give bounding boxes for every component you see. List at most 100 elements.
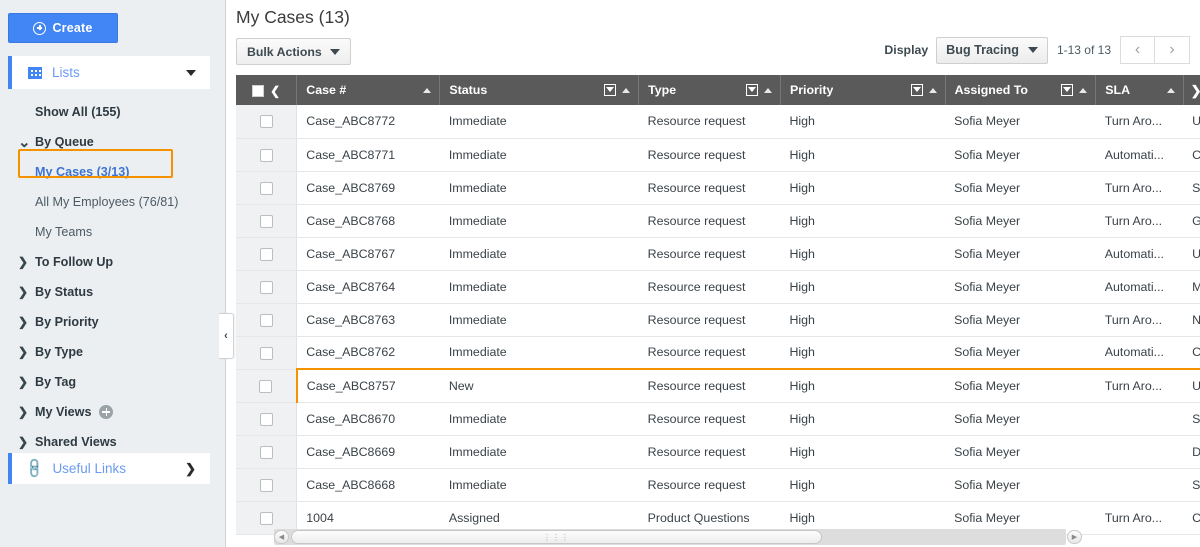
sidebar-item-by-queue[interactable]: ⌄By Queue <box>0 127 226 157</box>
chevron-down-icon[interactable]: ⌄ <box>18 138 28 147</box>
row-checkbox[interactable] <box>260 248 273 261</box>
scroll-left-arrow-icon[interactable]: ◀ <box>274 530 289 544</box>
checkbox-icon[interactable] <box>252 85 264 97</box>
table-row[interactable]: Case_ABC8668ImmediateResource requestHig… <box>236 468 1200 501</box>
sidebar-item-label: By Tag <box>35 375 76 389</box>
row-checkbox[interactable] <box>260 115 273 128</box>
column-header-summary[interactable]: ❯Summary <box>1183 75 1200 105</box>
cell-priority: High <box>780 105 945 138</box>
sidebar-item-my-teams[interactable]: My Teams <box>0 217 226 247</box>
sort-ascending-icon[interactable] <box>764 88 772 93</box>
sort-ascending-icon[interactable] <box>1079 88 1087 93</box>
chevron-right-icon[interactable]: ❯ <box>18 406 28 418</box>
cell-case: Case_ABC8764 <box>297 270 440 303</box>
sidebar-item-to-follow-up[interactable]: ❯To Follow Up <box>0 247 226 277</box>
add-view-icon[interactable] <box>99 405 113 419</box>
cell-assigned: Sofia Meyer <box>945 402 1096 435</box>
row-checkbox[interactable] <box>260 347 273 360</box>
column-header-case[interactable]: Case # <box>297 75 440 105</box>
sidebar-item-by-status[interactable]: ❯By Status <box>0 277 226 307</box>
sidebar-section-lists[interactable]: Lists <box>8 56 210 89</box>
create-button[interactable]: Create <box>8 13 118 43</box>
sidebar-item-all-my-employees-76-81[interactable]: All My Employees (76/81) <box>0 187 226 217</box>
table-row[interactable]: Case_ABC8763ImmediateResource requestHig… <box>236 303 1200 336</box>
chevron-right-icon[interactable]: ❯ <box>18 256 28 268</box>
sidebar-item-my-views[interactable]: ❯My Views <box>0 397 226 427</box>
table-row[interactable]: Case_ABC8762ImmediateResource requestHig… <box>236 336 1200 369</box>
sidebar-item-by-priority[interactable]: ❯By Priority <box>0 307 226 337</box>
pagination-next-button[interactable]: › <box>1155 36 1190 64</box>
row-checkbox[interactable] <box>260 149 273 162</box>
scroll-right-arrow-wrap[interactable]: ▶ <box>1067 529 1082 545</box>
scrollbar-thumb[interactable]: ⋮⋮⋮ <box>291 530 822 544</box>
sidebar-item-my-cases-3-13[interactable]: My Cases (3/13) <box>0 157 226 187</box>
horizontal-scrollbar[interactable]: ◀ ⋮⋮⋮ <box>274 529 1066 545</box>
table-row[interactable]: Case_ABC8764ImmediateResource requestHig… <box>236 270 1200 303</box>
cell-assigned: Sofia Meyer <box>945 171 1096 204</box>
cell-case: Case_ABC8669 <box>297 435 440 468</box>
sidebar-item-useful-links[interactable]: 🔗 Useful Links ❯ <box>8 453 210 484</box>
chevron-right-icon[interactable]: ❯ <box>18 316 28 328</box>
sidebar-item-show-all-155[interactable]: Show All (155) <box>0 97 226 127</box>
column-header-label: Priority <box>790 83 833 97</box>
cell-status: Immediate <box>440 237 639 270</box>
sort-ascending-icon[interactable] <box>929 88 937 93</box>
row-checkbox[interactable] <box>260 314 273 327</box>
table-row[interactable]: Case_ABC8767ImmediateResource requestHig… <box>236 237 1200 270</box>
cell-summary: Sofia, do you knc <box>1183 402 1200 435</box>
chevron-right-icon[interactable]: ❯ <box>18 436 28 448</box>
table-row[interactable]: Case_ABC8772ImmediateResource requestHig… <box>236 105 1200 138</box>
filter-icon[interactable] <box>604 84 616 96</box>
column-header-assigned[interactable]: Assigned To <box>945 75 1096 105</box>
column-header-sla[interactable]: SLA <box>1096 75 1183 105</box>
cell-status: Immediate <box>440 138 639 171</box>
chevron-right-icon[interactable]: ❯ <box>18 286 28 298</box>
cell-assigned: Sofia Meyer <box>945 369 1096 402</box>
row-checkbox[interactable] <box>260 215 273 228</box>
column-header-type[interactable]: Type <box>639 75 781 105</box>
sort-ascending-icon[interactable] <box>1167 88 1175 93</box>
cell-priority: High <box>780 402 945 435</box>
link-icon: 🔗 <box>23 456 47 480</box>
sort-ascending-icon[interactable] <box>622 88 630 93</box>
chevron-right-icon[interactable]: ❯ <box>1191 84 1200 97</box>
chevron-down-icon <box>1028 47 1038 53</box>
cell-status: Immediate <box>440 468 639 501</box>
row-checkbox[interactable] <box>259 380 272 393</box>
chevron-down-icon[interactable] <box>186 70 196 76</box>
sidebar-item-by-tag[interactable]: ❯ By Tag <box>0 367 226 397</box>
sort-ascending-icon[interactable] <box>423 88 431 93</box>
cell-summary: Don't fear the mu <box>1183 435 1200 468</box>
sidebar-item-by-type[interactable]: ❯By Type <box>0 337 226 367</box>
sidebar-collapse-handle[interactable]: ‹ <box>219 313 234 359</box>
column-header-priority[interactable]: Priority <box>780 75 945 105</box>
row-checkbox[interactable] <box>260 446 273 459</box>
chevron-left-icon[interactable]: ❮ <box>270 85 280 97</box>
scroll-right-arrow-icon[interactable]: ▶ <box>1067 530 1082 544</box>
chevron-right-icon[interactable]: ❯ <box>185 462 196 475</box>
cell-summary: Google apps trou <box>1183 204 1200 237</box>
table-row[interactable]: Case_ABC8769ImmediateResource requestHig… <box>236 171 1200 204</box>
filter-icon[interactable] <box>746 84 758 96</box>
display-view-select[interactable]: Bug Tracing <box>936 37 1048 64</box>
table-row[interactable]: Case_ABC8670ImmediateResource requestHig… <box>236 402 1200 435</box>
table-row[interactable]: Case_ABC8771ImmediateResource requestHig… <box>236 138 1200 171</box>
row-checkbox[interactable] <box>260 479 273 492</box>
filter-icon[interactable] <box>1061 84 1073 96</box>
cell-sla <box>1096 468 1183 501</box>
row-checkbox[interactable] <box>260 182 273 195</box>
row-checkbox[interactable] <box>260 413 273 426</box>
table-row[interactable]: Case_ABC8669ImmediateResource requestHig… <box>236 435 1200 468</box>
table-row[interactable]: Case_ABC8768ImmediateResource requestHig… <box>236 204 1200 237</box>
chevron-right-icon[interactable]: ❯ <box>18 346 28 358</box>
chevron-right-icon: › <box>1169 41 1174 59</box>
row-checkbox[interactable] <box>260 281 273 294</box>
create-button-label: Create <box>52 21 92 35</box>
table-row[interactable]: Case_ABC8757NewResource requestHighSofia… <box>236 369 1200 402</box>
column-header-status[interactable]: Status <box>440 75 639 105</box>
bulk-actions-button[interactable]: Bulk Actions <box>236 38 351 65</box>
pagination-prev-button[interactable]: ‹ <box>1120 36 1155 64</box>
filter-icon[interactable] <box>911 84 923 96</box>
chevron-right-icon[interactable]: ❯ <box>18 376 28 388</box>
row-checkbox[interactable] <box>260 512 273 525</box>
